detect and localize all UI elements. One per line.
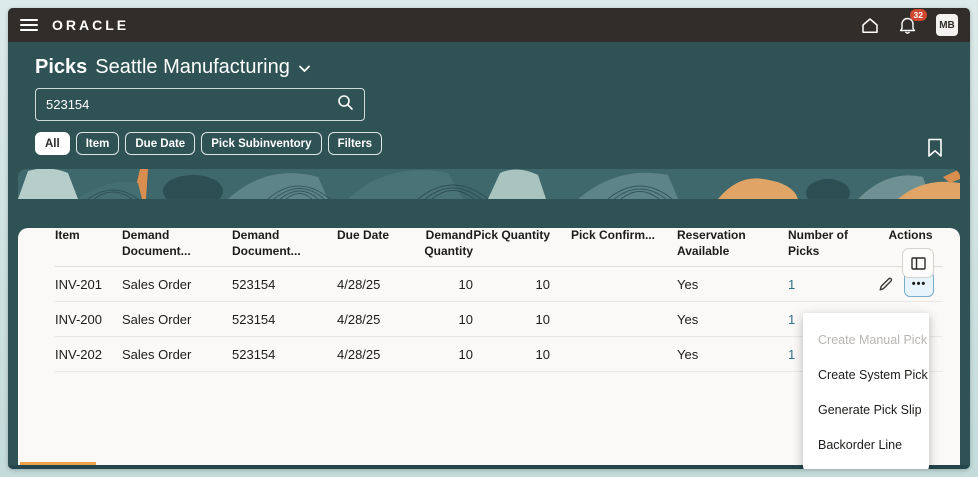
- app-window: ORACLE 32 MB Picks Seattle Manufacturing: [8, 8, 970, 469]
- table-header-row: Item Demand Document... Demand Document.…: [55, 228, 943, 267]
- table-row[interactable]: INV-201 Sales Order 523154 4/28/25 10 10…: [55, 267, 943, 302]
- notification-count-badge: 32: [910, 9, 927, 21]
- chevron-down-icon[interactable]: [298, 60, 311, 78]
- col-header-pick-confirm[interactable]: Pick Confirm...: [550, 228, 655, 259]
- cell-reservation-available: Yes: [655, 277, 783, 292]
- filter-chip-item[interactable]: Item: [76, 132, 120, 155]
- cell-due-date: 4/28/25: [337, 347, 420, 362]
- cell-due-date: 4/28/25: [337, 312, 420, 327]
- active-tab-indicator: [20, 462, 96, 465]
- col-header-item[interactable]: Item: [55, 228, 122, 259]
- col-header-demand-document-number[interactable]: Demand Document...: [232, 228, 337, 259]
- edit-pencil-icon[interactable]: [878, 276, 894, 292]
- col-header-reservation-available[interactable]: Reservation Available: [655, 228, 783, 259]
- cell-pick-qty: 10: [473, 277, 550, 292]
- oracle-logo: ORACLE: [52, 17, 129, 33]
- cell-demand-doc-number: 523154: [232, 347, 337, 362]
- col-header-due-date[interactable]: Due Date: [337, 228, 420, 259]
- org-context-selector[interactable]: Seattle Manufacturing: [95, 56, 290, 79]
- menu-item-create-manual-pick: Create Manual Pick: [803, 322, 929, 357]
- cell-due-date: 4/28/25: [337, 277, 420, 292]
- cell-demand-doc-type: Sales Order: [122, 347, 232, 362]
- col-header-pick-quantity[interactable]: Pick Quantity: [473, 228, 550, 259]
- cell-reservation-available: Yes: [655, 312, 783, 327]
- cell-item: INV-202: [55, 347, 122, 362]
- cell-item: INV-201: [55, 277, 122, 292]
- col-header-demand-document-type[interactable]: Demand Document...: [122, 228, 232, 259]
- notifications-bell-icon[interactable]: 32: [899, 16, 916, 34]
- col-header-number-of-picks[interactable]: Number of Picks: [783, 228, 878, 259]
- cell-demand-doc-type: Sales Order: [122, 277, 232, 292]
- cell-pick-qty: 10: [473, 312, 550, 327]
- search-icon[interactable]: [337, 94, 354, 116]
- decorative-pattern-band: [18, 169, 960, 199]
- cell-reservation-available: Yes: [655, 347, 783, 362]
- bookmark-icon[interactable]: [927, 138, 943, 163]
- search-input[interactable]: [46, 97, 337, 112]
- cell-demand-doc-number: 523154: [232, 312, 337, 327]
- menu-item-backorder-line[interactable]: Backorder Line: [803, 427, 929, 462]
- number-of-picks-link[interactable]: 1: [788, 277, 795, 292]
- filter-chip-due-date[interactable]: Due Date: [125, 132, 195, 155]
- user-avatar[interactable]: MB: [936, 14, 958, 36]
- filter-chip-pick-subinventory[interactable]: Pick Subinventory: [201, 132, 321, 155]
- cell-demand-doc-number: 523154: [232, 277, 337, 292]
- row-actions-dropdown-menu: Create Manual Pick Create System Pick Ge…: [803, 313, 929, 469]
- filter-chip-filters[interactable]: Filters: [328, 132, 383, 155]
- filter-chips-row: All Item Due Date Pick Subinventory Filt…: [35, 132, 960, 155]
- menu-item-generate-pick-slip[interactable]: Generate Pick Slip: [803, 392, 929, 427]
- number-of-picks-link[interactable]: 1: [788, 312, 795, 327]
- hamburger-menu-icon[interactable]: [20, 19, 38, 31]
- menu-item-create-system-pick[interactable]: Create System Pick: [803, 357, 929, 392]
- search-field-container: [35, 88, 365, 121]
- filter-chip-all[interactable]: All: [35, 132, 70, 155]
- cell-demand-qty: 10: [420, 312, 473, 327]
- global-header: ORACLE 32 MB: [8, 8, 970, 42]
- cell-demand-qty: 10: [420, 347, 473, 362]
- cell-demand-doc-type: Sales Order: [122, 312, 232, 327]
- number-of-picks-link[interactable]: 1: [788, 347, 795, 362]
- home-icon[interactable]: [861, 17, 879, 34]
- cell-pick-qty: 10: [473, 347, 550, 362]
- cell-item: INV-200: [55, 312, 122, 327]
- manage-columns-icon[interactable]: [902, 248, 934, 278]
- col-header-demand-quantity[interactable]: Demand Quantity: [420, 228, 473, 259]
- cell-demand-qty: 10: [420, 277, 473, 292]
- page-title: Picks: [35, 56, 87, 79]
